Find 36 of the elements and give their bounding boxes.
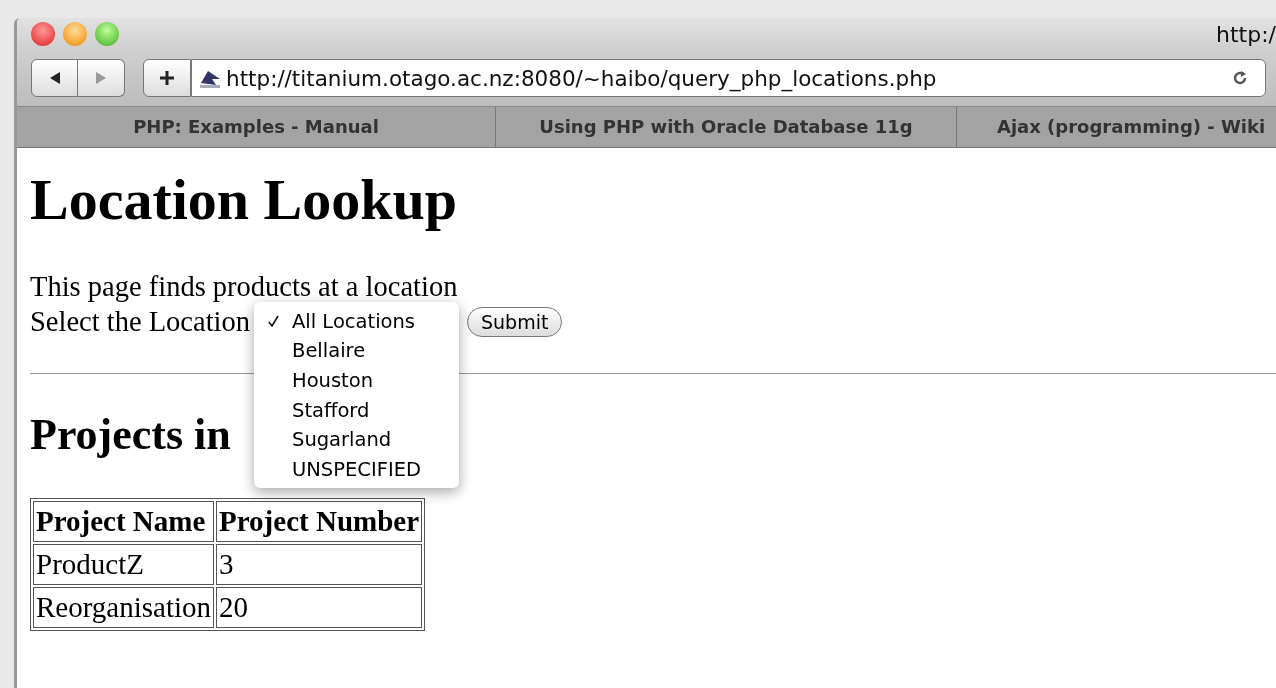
- add-bookmark-button[interactable]: [143, 59, 191, 97]
- table-cell: Reorganisation: [33, 587, 215, 628]
- close-button[interactable]: [31, 22, 55, 46]
- menu-item-label: Bellaire: [292, 338, 366, 365]
- column-header: Project Number: [216, 501, 423, 542]
- back-button[interactable]: [31, 59, 78, 97]
- menu-item-label: Houston: [292, 368, 374, 394]
- window-title: http:/: [1216, 21, 1276, 47]
- browser-tab[interactable]: Ajax (programming) - Wiki: [957, 107, 1276, 147]
- reload-icon[interactable]: [1231, 69, 1249, 87]
- page-heading: Location Lookup: [30, 166, 459, 234]
- forward-button[interactable]: [78, 59, 125, 97]
- menu-item[interactable]: Houston: [254, 365, 459, 396]
- menu-item-label: UNSPECIFIED: [292, 456, 421, 483]
- column-header: Project Name: [33, 501, 215, 542]
- menu-item[interactable]: All Locations: [254, 306, 459, 337]
- intro-text: This page finds products at a location: [30, 270, 459, 304]
- menu-item-label: All Locations: [292, 308, 415, 335]
- menu-item[interactable]: Bellaire: [254, 336, 459, 366]
- plus-icon: [159, 70, 175, 86]
- table-cell: 3: [216, 544, 423, 585]
- results-heading: Projects in: [30, 410, 231, 460]
- select-label: Select the Location: [30, 305, 250, 339]
- browser-tab[interactable]: PHP: Examples - Manual: [17, 107, 496, 147]
- address-field[interactable]: http://titanium.otago.ac.nz:8080/~haibo/query_php_locations.php: [191, 59, 1266, 97]
- menu-item[interactable]: Stafford: [254, 395, 459, 425]
- menu-item-label: Sugarland: [292, 427, 392, 454]
- browser-tab[interactable]: Using PHP with Oracle Database 11g: [496, 107, 957, 147]
- menu-item[interactable]: UNSPECIFIED: [254, 454, 459, 485]
- table-cell: ProductZ: [33, 544, 215, 585]
- table-cell: 20: [216, 587, 423, 628]
- back-icon: [48, 71, 61, 85]
- menu-item-label: Stafford: [292, 397, 370, 424]
- menu-item[interactable]: Sugarland: [254, 424, 459, 455]
- submit-button[interactable]: Submit: [467, 306, 563, 337]
- forward-icon: [95, 71, 107, 85]
